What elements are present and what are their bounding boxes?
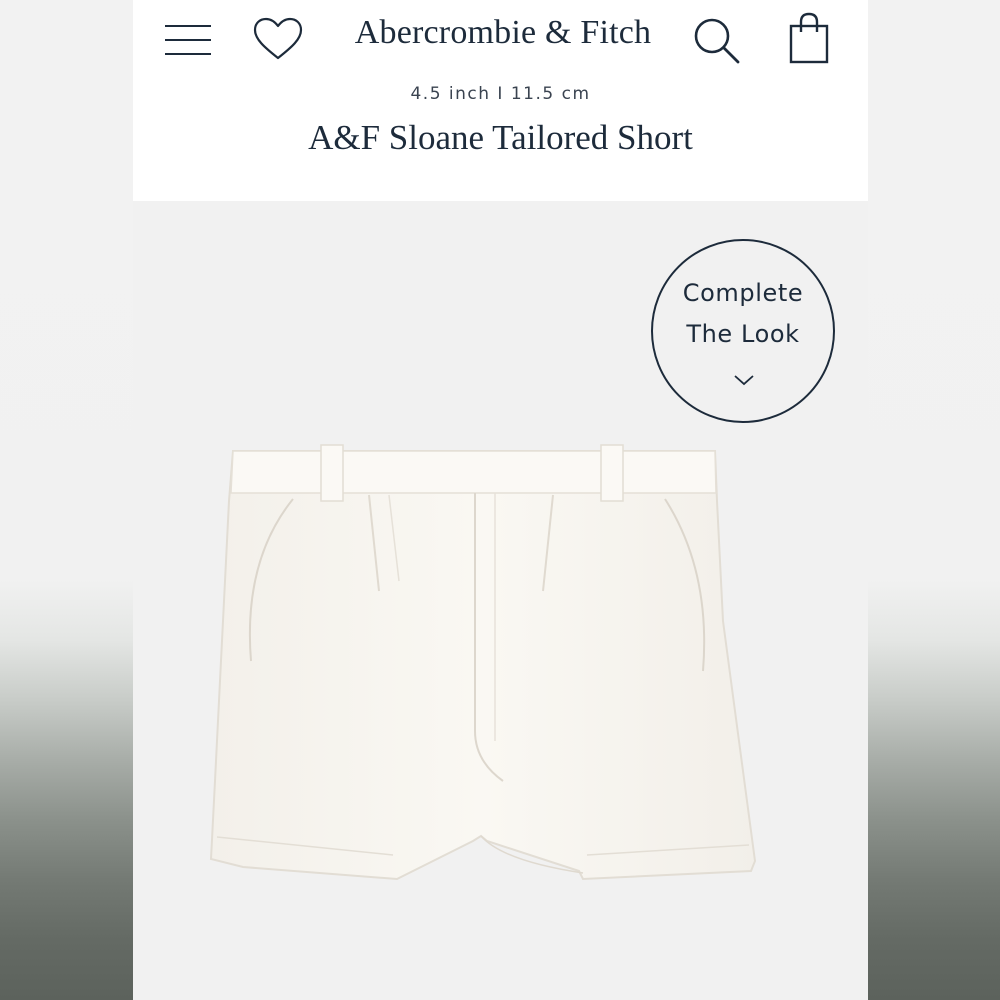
menu-icon[interactable] bbox=[163, 20, 213, 60]
complete-the-look-button[interactable]: Complete The Look bbox=[651, 239, 835, 423]
search-icon[interactable] bbox=[691, 14, 743, 66]
app-screen: Abercrombie & Fitch 4.5 inch I 11.5 cm A… bbox=[133, 0, 868, 1000]
shopping-bag-icon[interactable] bbox=[785, 10, 833, 66]
complete-the-look-line-2: The Look bbox=[686, 320, 800, 348]
product-image-area[interactable]: Complete The Look bbox=[133, 201, 868, 1000]
chevron-down-icon bbox=[734, 375, 754, 386]
complete-the-look-line-1: Complete bbox=[682, 279, 804, 307]
product-length: 4.5 inch I 11.5 cm bbox=[410, 84, 591, 104]
heart-icon[interactable] bbox=[251, 16, 305, 62]
complete-the-look-label: Complete The Look bbox=[653, 273, 833, 355]
brand-logo[interactable]: Abercrombie & Fitch bbox=[323, 14, 683, 52]
product-title: A&F Sloane Tailored Short bbox=[308, 118, 693, 157]
header: Abercrombie & Fitch 4.5 inch I 11.5 cm A… bbox=[133, 0, 868, 201]
product-image bbox=[209, 444, 757, 881]
